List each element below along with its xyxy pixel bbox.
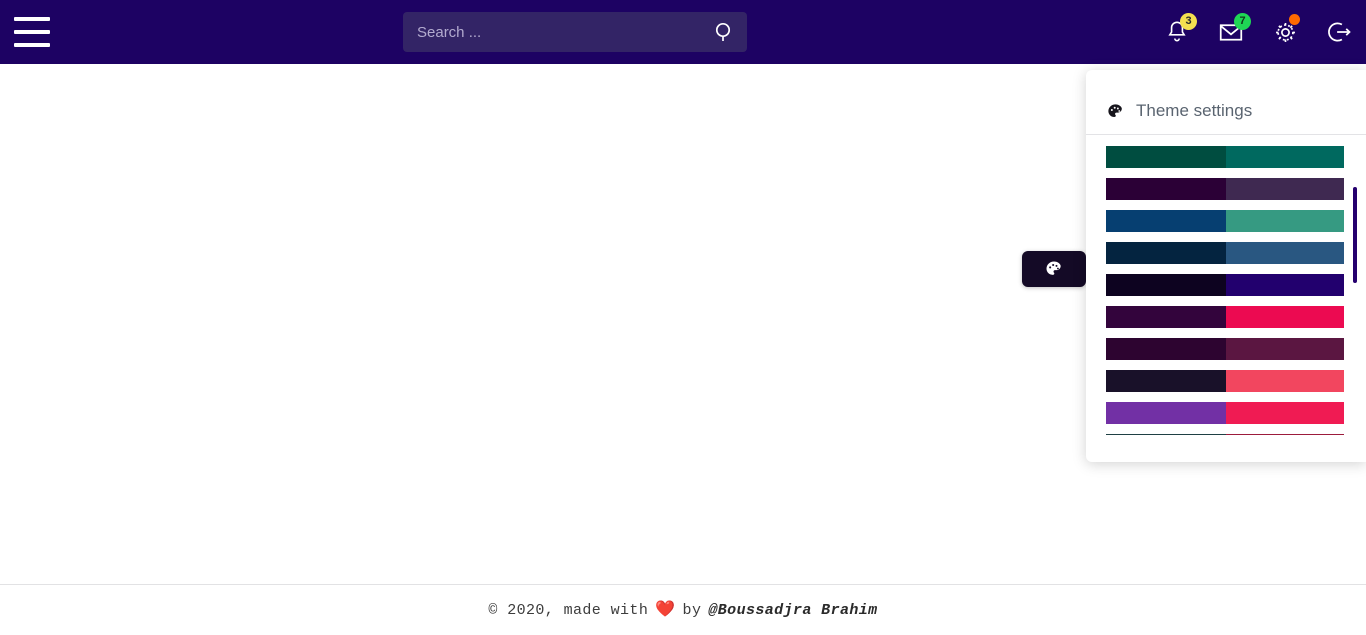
messages-badge: 7 — [1234, 13, 1251, 30]
hamburger-bar — [14, 17, 50, 21]
palette-icon — [1108, 103, 1122, 117]
theme-panel-header: Theme settings — [1086, 70, 1366, 126]
theme-swatch-primary — [1106, 306, 1226, 328]
hamburger-menu-icon[interactable] — [14, 17, 50, 47]
theme-swatch-secondary — [1226, 434, 1344, 435]
theme-swatch-row[interactable] — [1106, 306, 1344, 328]
theme-panel-scrollbar-thumb[interactable] — [1353, 187, 1357, 283]
footer-copyright: © 2020, made with — [488, 601, 649, 619]
theme-swatch-list[interactable] — [1086, 135, 1366, 435]
theme-swatch-primary — [1106, 338, 1226, 360]
header-actions: 3 7 — [1150, 0, 1366, 64]
footer-text: © 2020, made with ❤️ by @Boussadjra Brah… — [488, 602, 877, 619]
theme-swatch-row[interactable] — [1106, 370, 1344, 392]
theme-panel-scrollbar[interactable] — [1353, 135, 1357, 435]
theme-settings-panel: Theme settings — [1086, 70, 1366, 462]
theme-swatch-primary — [1106, 242, 1226, 264]
theme-settings-toggle-button[interactable] — [1022, 251, 1086, 287]
theme-swatch-secondary — [1226, 402, 1344, 424]
theme-swatch-primary — [1106, 274, 1226, 296]
hamburger-bar — [14, 30, 50, 34]
messages-button[interactable]: 7 — [1204, 0, 1258, 64]
logout-icon — [1328, 22, 1351, 42]
footer-by: by — [682, 601, 702, 619]
theme-swatch-row[interactable] — [1106, 338, 1344, 360]
theme-swatch-secondary — [1226, 178, 1344, 200]
app-footer: © 2020, made with ❤️ by @Boussadjra Brah… — [0, 584, 1366, 635]
settings-button[interactable] — [1258, 0, 1312, 64]
theme-swatch-primary — [1106, 178, 1226, 200]
search-input[interactable] — [403, 12, 747, 52]
theme-swatch-row[interactable] — [1106, 402, 1344, 424]
theme-swatch-row[interactable] — [1106, 146, 1344, 168]
theme-swatch-secondary — [1226, 338, 1344, 360]
theme-swatch-primary — [1106, 146, 1226, 168]
theme-swatch-row[interactable] — [1106, 274, 1344, 296]
search-box[interactable] — [403, 12, 747, 52]
theme-swatch-row[interactable] — [1106, 210, 1344, 232]
app-header: 3 7 — [0, 0, 1366, 64]
settings-badge-dot — [1289, 14, 1300, 25]
theme-swatch-primary — [1106, 370, 1226, 392]
app-root: 3 7 — [0, 0, 1366, 635]
theme-swatch-primary — [1106, 210, 1226, 232]
notifications-button[interactable]: 3 — [1150, 0, 1204, 64]
theme-swatch-row[interactable] — [1106, 242, 1344, 264]
hamburger-bar — [14, 43, 50, 47]
theme-swatch-secondary — [1226, 242, 1344, 264]
theme-swatch-secondary — [1226, 210, 1344, 232]
heart-icon: ❤️ — [655, 601, 676, 619]
theme-swatch-row[interactable] — [1106, 434, 1344, 435]
theme-swatch-secondary — [1226, 306, 1344, 328]
theme-swatch-primary — [1106, 402, 1226, 424]
theme-swatch-primary — [1106, 434, 1226, 435]
theme-swatch-secondary — [1226, 274, 1344, 296]
theme-swatch-secondary — [1226, 146, 1344, 168]
notifications-badge: 3 — [1180, 13, 1197, 30]
theme-panel-title: Theme settings — [1136, 101, 1253, 120]
logout-button[interactable] — [1312, 0, 1366, 64]
palette-icon — [1046, 261, 1061, 275]
footer-author-link[interactable]: @Boussadjra Brahim — [708, 602, 877, 619]
theme-swatch-secondary — [1226, 370, 1344, 392]
theme-swatch-row[interactable] — [1106, 178, 1344, 200]
